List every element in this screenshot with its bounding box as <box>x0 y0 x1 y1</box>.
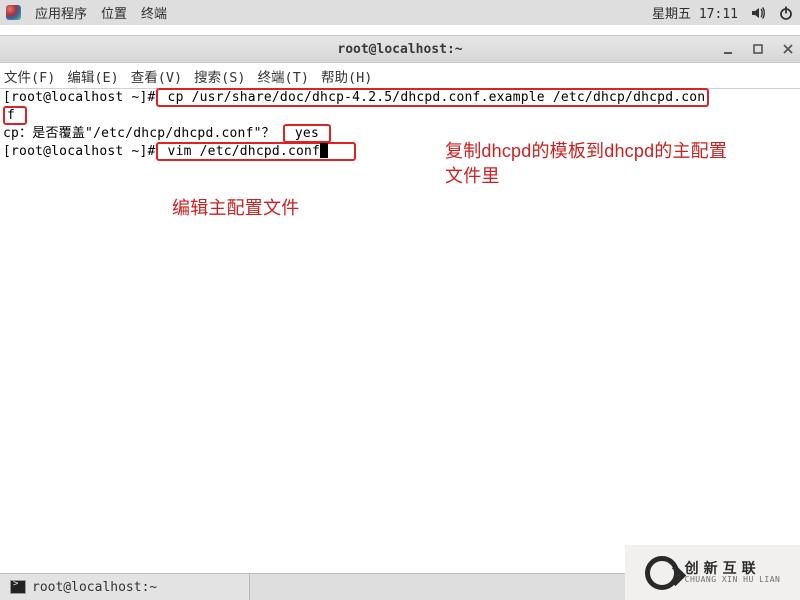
annotation-right-1: 复制dhcpd的模板到dhcpd的主配置 <box>445 142 727 160</box>
menu-edit[interactable]: 编辑(E) <box>67 66 118 86</box>
cursor-icon <box>320 143 328 158</box>
minimize-button[interactable] <box>722 43 734 55</box>
menu-file[interactable]: 文件(F) <box>4 66 55 86</box>
power-icon[interactable] <box>778 5 794 21</box>
window-title: root@localhost:~ <box>0 42 800 57</box>
annotation-right-2: 文件里 <box>445 167 500 185</box>
taskbar-item-label: root@localhost:~ <box>32 580 157 595</box>
cmd-vim-highlight: vim /etc/dhcpd.conf <box>156 142 357 161</box>
logo-pinyin: CHUANG XIN HU LIAN <box>685 576 781 584</box>
menu-search[interactable]: 搜索(S) <box>194 66 245 86</box>
terminal-icon <box>10 580 26 594</box>
window-titlebar: root@localhost:~ <box>0 35 800 63</box>
volume-icon[interactable] <box>750 5 766 21</box>
command-line-cp: [root@localhost ~]# cp /usr/share/doc/dh… <box>3 89 797 107</box>
terminal-area[interactable]: [root@localhost ~]# cp /usr/share/doc/dh… <box>0 89 800 569</box>
menu-terminal-menu[interactable]: 终端(T) <box>258 66 309 86</box>
menu-help[interactable]: 帮助(H) <box>321 66 372 86</box>
menu-terminal[interactable]: 终端 <box>141 3 167 22</box>
yes-highlight: yes <box>283 124 331 143</box>
clock: 星期五 17:11 <box>652 3 738 22</box>
terminal-menubar: 文件(F) 编辑(E) 查看(V) 搜索(S) 终端(T) 帮助(H) <box>0 63 800 89</box>
apps-icon <box>6 5 21 20</box>
maximize-button[interactable] <box>752 43 764 55</box>
bottom-taskbar: root@localhost:~ <box>0 573 625 600</box>
gnome-top-panel: 应用程序 位置 终端 星期五 17:11 <box>0 0 800 25</box>
logo-chinese: 创新互联 <box>685 562 781 576</box>
logo-icon <box>645 556 679 590</box>
menu-places[interactable]: 位置 <box>101 3 127 22</box>
annotation-left: 编辑主配置文件 <box>172 199 299 217</box>
close-button[interactable] <box>782 43 794 55</box>
command-line-cp-wrap: f <box>3 107 797 125</box>
watermark-logo: 创新互联 CHUANG XIN HU LIAN <box>625 545 800 600</box>
menu-view[interactable]: 查看(V) <box>131 66 182 86</box>
menu-applications[interactable]: 应用程序 <box>35 3 87 22</box>
taskbar-item-terminal[interactable]: root@localhost:~ <box>0 574 250 600</box>
cmd-cp-highlight-b: f <box>3 106 27 125</box>
cmd-cp-highlight-a: cp /usr/share/doc/dhcp-4.2.5/dhcpd.conf.… <box>156 88 710 107</box>
